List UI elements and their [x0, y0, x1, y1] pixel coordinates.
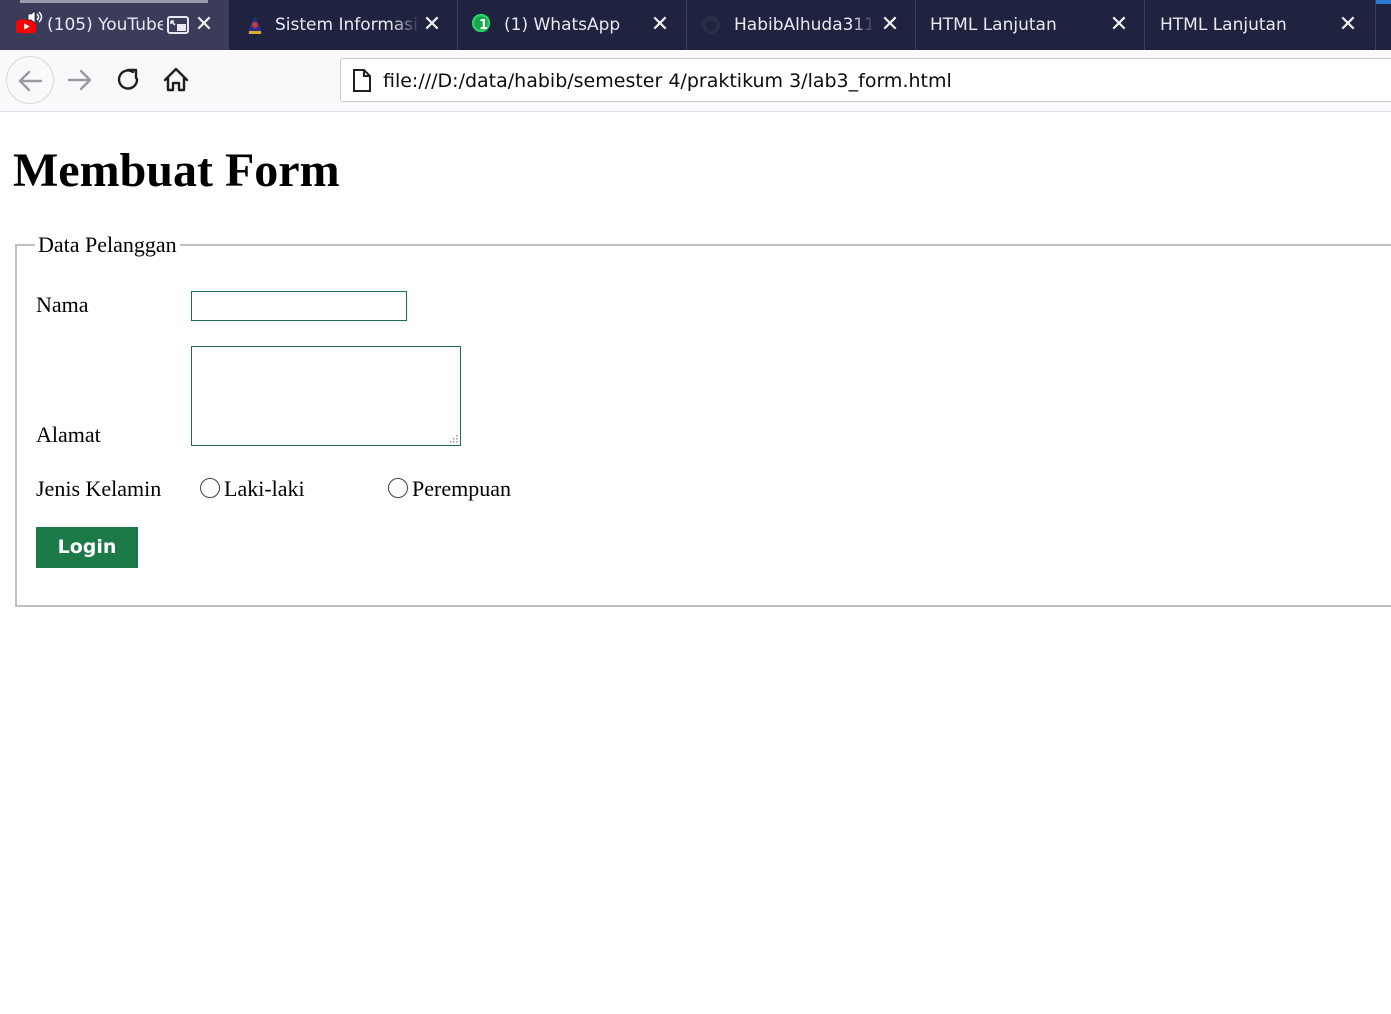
tab-strip: (105) YouTube ✕ Sistem Informasi A ✕ 1 (… [0, 0, 1391, 50]
reload-button[interactable] [104, 56, 152, 104]
tab-whatsapp[interactable]: 1 (1) WhatsApp ✕ [458, 0, 687, 50]
back-button[interactable] [6, 56, 54, 104]
tab-title: (1) WhatsApp [504, 15, 621, 35]
radio-perempuan-label[interactable]: Perempuan [412, 475, 511, 503]
close-tab-icon[interactable]: ✕ [879, 14, 901, 36]
tab-html-lanjutan[interactable]: HTML Lanjutan ✕ [916, 0, 1145, 50]
picture-in-picture-icon[interactable] [167, 16, 189, 34]
tab-youtube[interactable]: (105) YouTube ✕ [0, 0, 229, 50]
alamat-label: Alamat [36, 422, 101, 447]
home-button[interactable] [152, 56, 200, 104]
notification-badge: 1 [479, 18, 489, 33]
tab-title: (105) YouTube [47, 15, 163, 35]
radio-perempuan[interactable] [388, 478, 408, 498]
close-tab-icon[interactable]: ✕ [649, 14, 671, 36]
close-tab-icon[interactable]: ✕ [193, 14, 215, 36]
forward-arrow-icon [67, 69, 92, 91]
github-icon [701, 15, 721, 35]
page-icon [353, 69, 371, 92]
tab-title: HabibAlhuda3119 [734, 15, 874, 35]
close-tab-icon[interactable]: ✕ [1337, 14, 1359, 36]
tab-title: Sistem Informasi A [275, 15, 421, 35]
jenis-kelamin-label: Jenis Kelamin [36, 476, 162, 501]
tab-sistem-informasi[interactable]: Sistem Informasi A ✕ [229, 0, 458, 50]
url-text[interactable]: file:///D:/data/habib/semester 4/praktik… [383, 69, 952, 93]
radio-laki-laki-label[interactable]: Laki-laki [224, 475, 305, 503]
tab-title: HTML Lanjutan [930, 15, 1057, 35]
home-icon [163, 67, 189, 92]
close-tab-icon[interactable]: ✕ [421, 14, 443, 36]
close-tab-icon[interactable]: ✕ [1108, 14, 1130, 36]
page-title: Membuat Form [13, 144, 340, 197]
fieldset-legend: Data Pelanggan [35, 231, 180, 259]
tab-github[interactable]: HabibAlhuda3119 ✕ [687, 0, 916, 50]
tab-html-lanjutan-2[interactable]: HTML Lanjutan ✕ [1145, 0, 1376, 50]
back-arrow-icon [18, 70, 43, 92]
nama-label: Nama [36, 292, 89, 317]
reload-icon [117, 68, 139, 90]
navigation-toolbar: file:///D:/data/habib/semester 4/praktik… [0, 50, 1391, 112]
radio-laki-laki[interactable] [200, 478, 220, 498]
page-content: Membuat Form Data Pelanggan Nama Alamat … [0, 111, 1391, 1014]
login-button[interactable]: Login [36, 527, 138, 568]
university-logo-icon [247, 17, 263, 34]
tabstrip-accent [1376, 0, 1391, 4]
tab-title: HTML Lanjutan [1160, 15, 1287, 35]
resize-grip-icon[interactable] [448, 433, 458, 443]
speaker-icon[interactable] [27, 10, 45, 24]
forward-button[interactable] [56, 56, 104, 104]
alamat-textarea[interactable] [191, 346, 461, 446]
nama-input[interactable] [191, 291, 407, 321]
active-tab-indicator [20, 0, 208, 3]
address-bar[interactable]: file:///D:/data/habib/semester 4/praktik… [340, 58, 1391, 102]
